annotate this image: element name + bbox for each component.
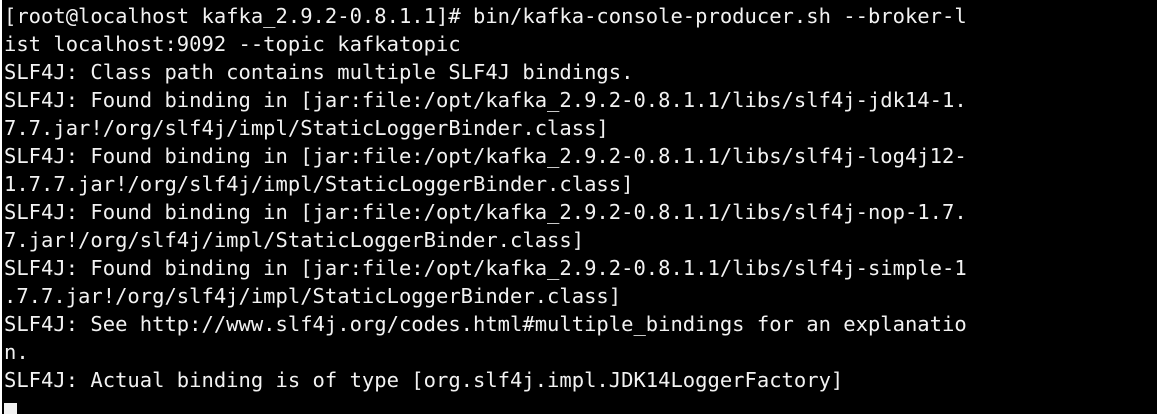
terminal-line-output: SLF4J: Actual binding is of type [org.sl… [4, 368, 844, 392]
terminal-line-output: SLF4J: Found binding in [jar:file:/opt/k… [4, 144, 967, 168]
terminal-window[interactable]: [root@localhost kafka_2.9.2-0.8.1.1]# bi… [0, 0, 1157, 414]
terminal-line-output: SLF4J: Class path contains multiple SLF4… [4, 60, 634, 84]
window-border [0, 0, 2, 414]
terminal-line-output: SLF4J: Found binding in [jar:file:/opt/k… [4, 200, 967, 224]
terminal-line-output: SLF4J: See http://www.slf4j.org/codes.ht… [4, 312, 967, 336]
terminal-line-output: n. [4, 340, 29, 364]
terminal-line-output: 7.jar!/org/slf4j/impl/StaticLoggerBinder… [4, 228, 585, 252]
terminal-line-command: [root@localhost kafka_2.9.2-0.8.1.1]# bi… [4, 4, 967, 28]
terminal-input-line[interactable] [4, 394, 1157, 414]
terminal-line-output: SLF4J: Found binding in [jar:file:/opt/k… [4, 88, 967, 112]
terminal-line-command-wrap: ist localhost:9092 --topic kafkatopic [4, 32, 461, 56]
terminal-line-output: 7.7.jar!/org/slf4j/impl/StaticLoggerBind… [4, 116, 609, 140]
terminal-line-output: SLF4J: Found binding in [jar:file:/opt/k… [4, 256, 967, 280]
terminal-line-output: .7.7.jar!/org/slf4j/impl/StaticLoggerBin… [4, 284, 622, 308]
text-cursor [4, 403, 17, 414]
terminal-line-output: 1.7.7.jar!/org/slf4j/impl/StaticLoggerBi… [4, 172, 634, 196]
